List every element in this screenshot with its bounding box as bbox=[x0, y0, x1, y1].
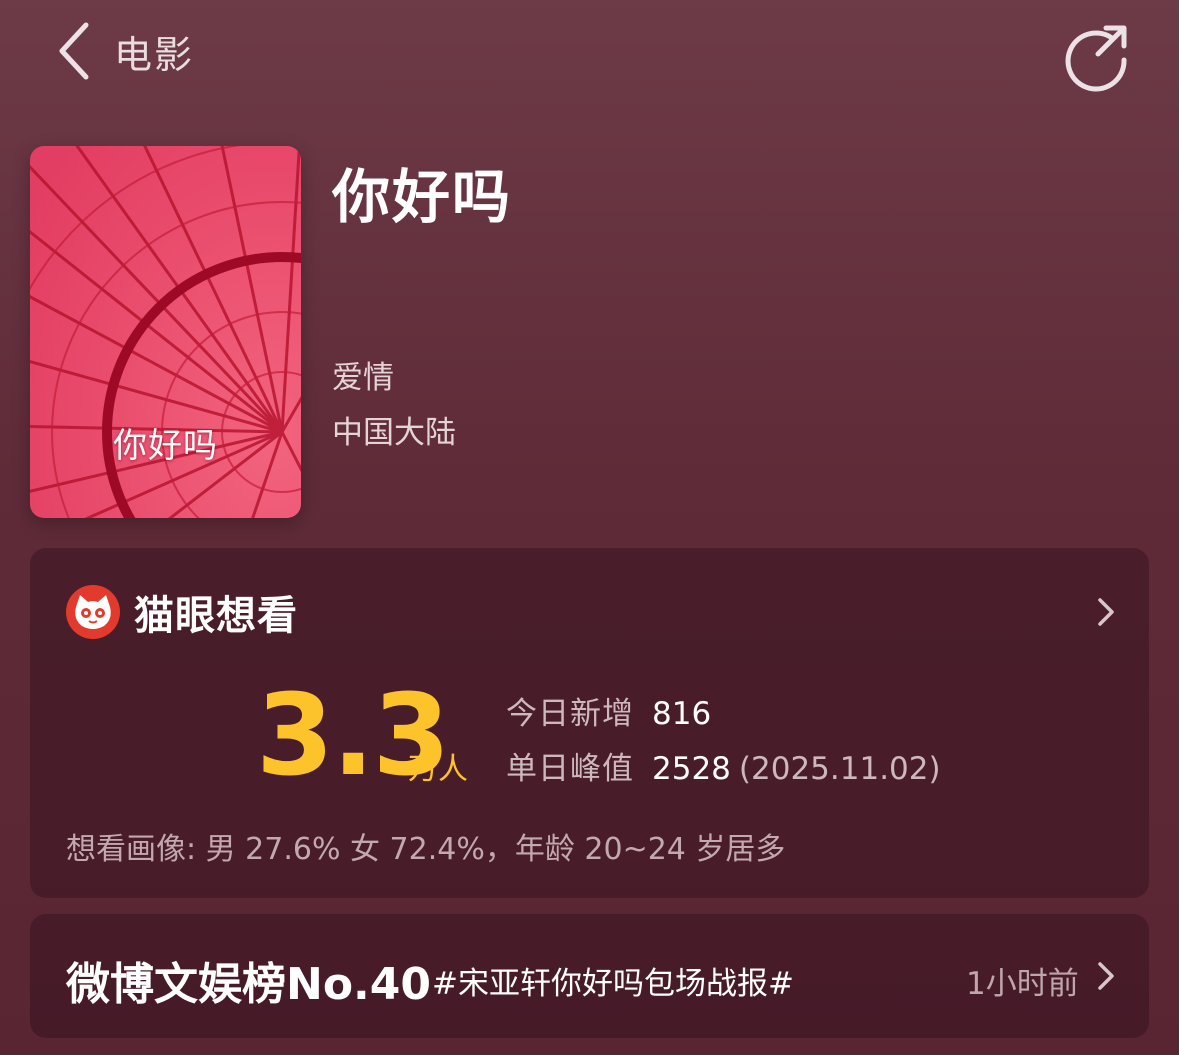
want-title: 猫眼想看 bbox=[134, 593, 298, 639]
movie-poster[interactable]: 你好吗 bbox=[30, 146, 301, 518]
back-label: 电影 bbox=[114, 32, 195, 77]
chevron-right-icon bbox=[1094, 956, 1118, 996]
movie-title: 你好吗 bbox=[332, 163, 513, 231]
top-bar: 电影 bbox=[0, 0, 1179, 110]
weibo-rank: 微博文娱榜No.40 bbox=[66, 959, 431, 1010]
want-header: 猫眼想看 bbox=[66, 584, 298, 640]
weibo-rank-card[interactable]: 微博文娱榜No.40 #宋亚轩你好吗包场战报# 1小时前 bbox=[30, 914, 1149, 1038]
want-count-unit: 万人 bbox=[408, 752, 468, 787]
movie-genre: 爱情 bbox=[332, 360, 394, 396]
chevron-right-icon bbox=[1094, 592, 1118, 632]
back-button[interactable]: 电影 bbox=[52, 16, 272, 86]
share-button[interactable] bbox=[1060, 20, 1132, 92]
weibo-time: 1小时前 bbox=[966, 966, 1079, 1002]
today-new-row: 今日新增 816 bbox=[506, 688, 711, 733]
back-arrow-icon bbox=[52, 16, 102, 86]
poster-title: 你好吗 bbox=[113, 426, 218, 466]
today-new-label: 今日新增 bbox=[506, 696, 634, 732]
daily-peak-date: (2025.11.02) bbox=[738, 751, 941, 787]
daily-peak-value: 2528 bbox=[652, 751, 731, 787]
today-new-value: 816 bbox=[652, 696, 712, 732]
share-icon bbox=[1060, 25, 1132, 96]
audience-portrait: 想看画像: 男 27.6% 女 72.4%，年龄 20~24 岁居多 bbox=[66, 832, 786, 867]
maoyan-cat-icon bbox=[66, 585, 120, 639]
daily-peak-label: 单日峰值 bbox=[506, 751, 634, 787]
daily-peak-row: 单日峰值 2528 (2025.11.02) bbox=[506, 743, 941, 788]
want-to-watch-card[interactable]: 猫眼想看 3.3 万人 今日新增 816 单日峰值 2528 (2025.11.… bbox=[30, 548, 1149, 898]
weibo-hashtag: #宋亚轩你好吗包场战报# bbox=[432, 966, 794, 1002]
movie-region: 中国大陆 bbox=[332, 415, 456, 451]
